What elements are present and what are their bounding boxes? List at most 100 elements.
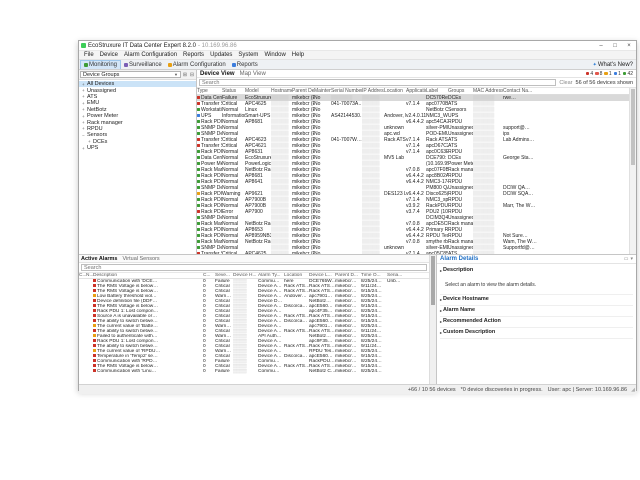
- alarm-severity-icon: [93, 294, 96, 297]
- menu-item-device[interactable]: Device: [97, 52, 121, 58]
- warning-status-icon: [604, 72, 608, 76]
- tree-expander-icon[interactable]: +: [82, 107, 86, 112]
- cell: v3.7.4: [406, 209, 426, 215]
- column-header[interactable]: Type: [197, 88, 222, 94]
- column-header[interactable]: Groups: [448, 88, 473, 94]
- column-header[interactable]: Time O...: [361, 273, 387, 278]
- status-badge-warning[interactable]: 1: [604, 71, 611, 77]
- whats-new-link[interactable]: ✦What's New?: [593, 60, 636, 69]
- column-header[interactable]: Label: [426, 88, 448, 94]
- device-status-icon: [197, 138, 200, 141]
- minimize-panel-icon[interactable]: ▭: [624, 256, 629, 262]
- resize-grip[interactable]: ◢: [631, 387, 635, 393]
- column-header[interactable]: C...: [203, 273, 215, 278]
- column-header[interactable]: C...: [79, 273, 86, 278]
- tree-expander-icon[interactable]: +: [88, 139, 92, 144]
- tree-expander-icon[interactable]: +: [82, 146, 86, 151]
- status-badge-error[interactable]: 8: [595, 71, 602, 77]
- menu-item-help[interactable]: Help: [289, 52, 307, 58]
- alarm-severity-icon: [93, 319, 96, 322]
- column-header[interactable]: MAC Address: [473, 88, 503, 94]
- cell: v7.1.4: [406, 149, 426, 155]
- column-header[interactable]: Device L...: [309, 273, 335, 278]
- device-table-header: TypeStatusModelHostnameParent DeviceMain…: [197, 88, 629, 95]
- minimize-icon[interactable]: –: [594, 41, 608, 50]
- monitoring-icon: [84, 63, 88, 67]
- perspective-tab-alarm-configuration[interactable]: Alarm Configuration: [165, 60, 229, 69]
- status-badge-normal[interactable]: 42: [623, 71, 633, 77]
- perspective-toolbar: MonitoringSurveillanceAlarm Configuratio…: [79, 60, 636, 70]
- tree-expander-icon[interactable]: +: [82, 114, 86, 119]
- section-label[interactable]: ▸Device Hostname: [440, 296, 633, 302]
- sidebar-item-ups[interactable]: +UPS: [79, 145, 196, 151]
- status-badge-informational[interactable]: 1: [614, 71, 621, 77]
- tree-expander-icon[interactable]: +: [82, 82, 86, 87]
- column-header[interactable]: Seve...: [215, 273, 233, 278]
- menu-item-alarm-configuration[interactable]: Alarm Configuration: [121, 52, 180, 58]
- maximize-icon[interactable]: □: [608, 41, 622, 50]
- menu-item-updates[interactable]: Updates: [207, 52, 235, 58]
- panel-menu-icon[interactable]: ▾: [630, 256, 633, 262]
- device-groups-combobox[interactable]: Device Groups ▼: [80, 71, 181, 78]
- column-header[interactable]: Status: [222, 88, 245, 94]
- tree-expander-icon[interactable]: +: [82, 101, 86, 106]
- add-device-group-icon[interactable]: ⊞: [182, 72, 188, 78]
- tree-expander-icon[interactable]: +: [82, 94, 86, 99]
- tab-virtual-sensors[interactable]: Virtual Sensors: [122, 256, 159, 262]
- device-search-input[interactable]: [199, 79, 556, 86]
- device-status-icon: [197, 132, 200, 135]
- menu-item-system[interactable]: System: [235, 52, 261, 58]
- column-header[interactable]: Serial Number: [331, 88, 362, 94]
- menu-item-window[interactable]: Window: [261, 52, 288, 58]
- column-header[interactable]: Parent Device: [292, 88, 314, 94]
- tree-expander-icon[interactable]: +: [82, 120, 86, 125]
- alarm-search-input[interactable]: [81, 264, 427, 271]
- device-groups-header: Device Groups ▼ ⊞ ⊟: [79, 70, 196, 80]
- section-label[interactable]: ▸Custom Description: [440, 329, 633, 335]
- tree-expander-icon[interactable]: +: [82, 126, 86, 131]
- column-header[interactable]: N...: [86, 273, 93, 278]
- tree-expander-icon[interactable]: −: [82, 133, 86, 138]
- cell: v6.4.4.2: [406, 119, 426, 125]
- menu-item-file[interactable]: File: [81, 52, 97, 58]
- perspective-tab-reports[interactable]: Reports: [229, 60, 261, 69]
- scrollbar-thumb[interactable]: [631, 89, 635, 165]
- tree-expander-icon[interactable]: +: [82, 88, 86, 93]
- menu-item-reports[interactable]: Reports: [180, 52, 207, 58]
- clear-search-button[interactable]: Clear: [559, 80, 572, 86]
- table-row[interactable]: Communication with 'Linu…0Failure▒▒▒▒Com…: [79, 369, 429, 374]
- alarm-severity-icon: [93, 344, 96, 347]
- column-header[interactable]: Model: [245, 88, 271, 94]
- device-table-scrollbar[interactable]: [629, 88, 636, 254]
- tab-active-alarms[interactable]: Active Alarms: [81, 256, 117, 262]
- collapse-all-icon[interactable]: ⊟: [189, 72, 195, 78]
- device-status-icon: [197, 222, 200, 225]
- section-label[interactable]: ▸Recommended Action: [440, 318, 633, 324]
- tab-device-view[interactable]: Device View: [200, 71, 235, 77]
- column-header[interactable]: Description: [93, 273, 203, 278]
- column-header[interactable]: Parent D...: [335, 273, 361, 278]
- alarm-severity-icon: [93, 324, 96, 327]
- section-label[interactable]: ▸Description: [440, 267, 633, 273]
- column-header[interactable]: IP Address: [362, 88, 384, 94]
- column-header[interactable]: Location: [384, 88, 406, 94]
- alarm-severity-icon: [93, 309, 96, 312]
- column-header[interactable]: Maintenanc...: [314, 88, 331, 94]
- alarm-details-sections: ▸DescriptionSelect an alarm to view the …: [437, 264, 636, 384]
- status-badge-critical[interactable]: 4: [586, 71, 593, 77]
- perspective-tab-surveillance[interactable]: Surveillance: [121, 60, 165, 69]
- column-header[interactable]: Seria...: [387, 273, 429, 278]
- column-header[interactable]: Hostname: [271, 88, 292, 94]
- scrollbar-thumb[interactable]: [431, 256, 435, 305]
- column-header[interactable]: Application: [406, 88, 426, 94]
- column-header[interactable]: Contact Na...: [503, 88, 629, 94]
- close-icon[interactable]: ×: [622, 41, 636, 50]
- column-header[interactable]: Alarm Ty...: [258, 273, 284, 278]
- perspective-tab-monitoring[interactable]: Monitoring: [80, 60, 121, 69]
- alarm-table-scrollbar[interactable]: [429, 255, 436, 384]
- device-view-pane: Device ViewMap View481142 Clear 56 of 56…: [197, 70, 636, 254]
- section-label[interactable]: ▸Alarm Name: [440, 307, 633, 313]
- column-header[interactable]: Device H...: [233, 273, 258, 278]
- column-header[interactable]: Location: [284, 273, 309, 278]
- tab-map-view[interactable]: Map View: [240, 71, 266, 77]
